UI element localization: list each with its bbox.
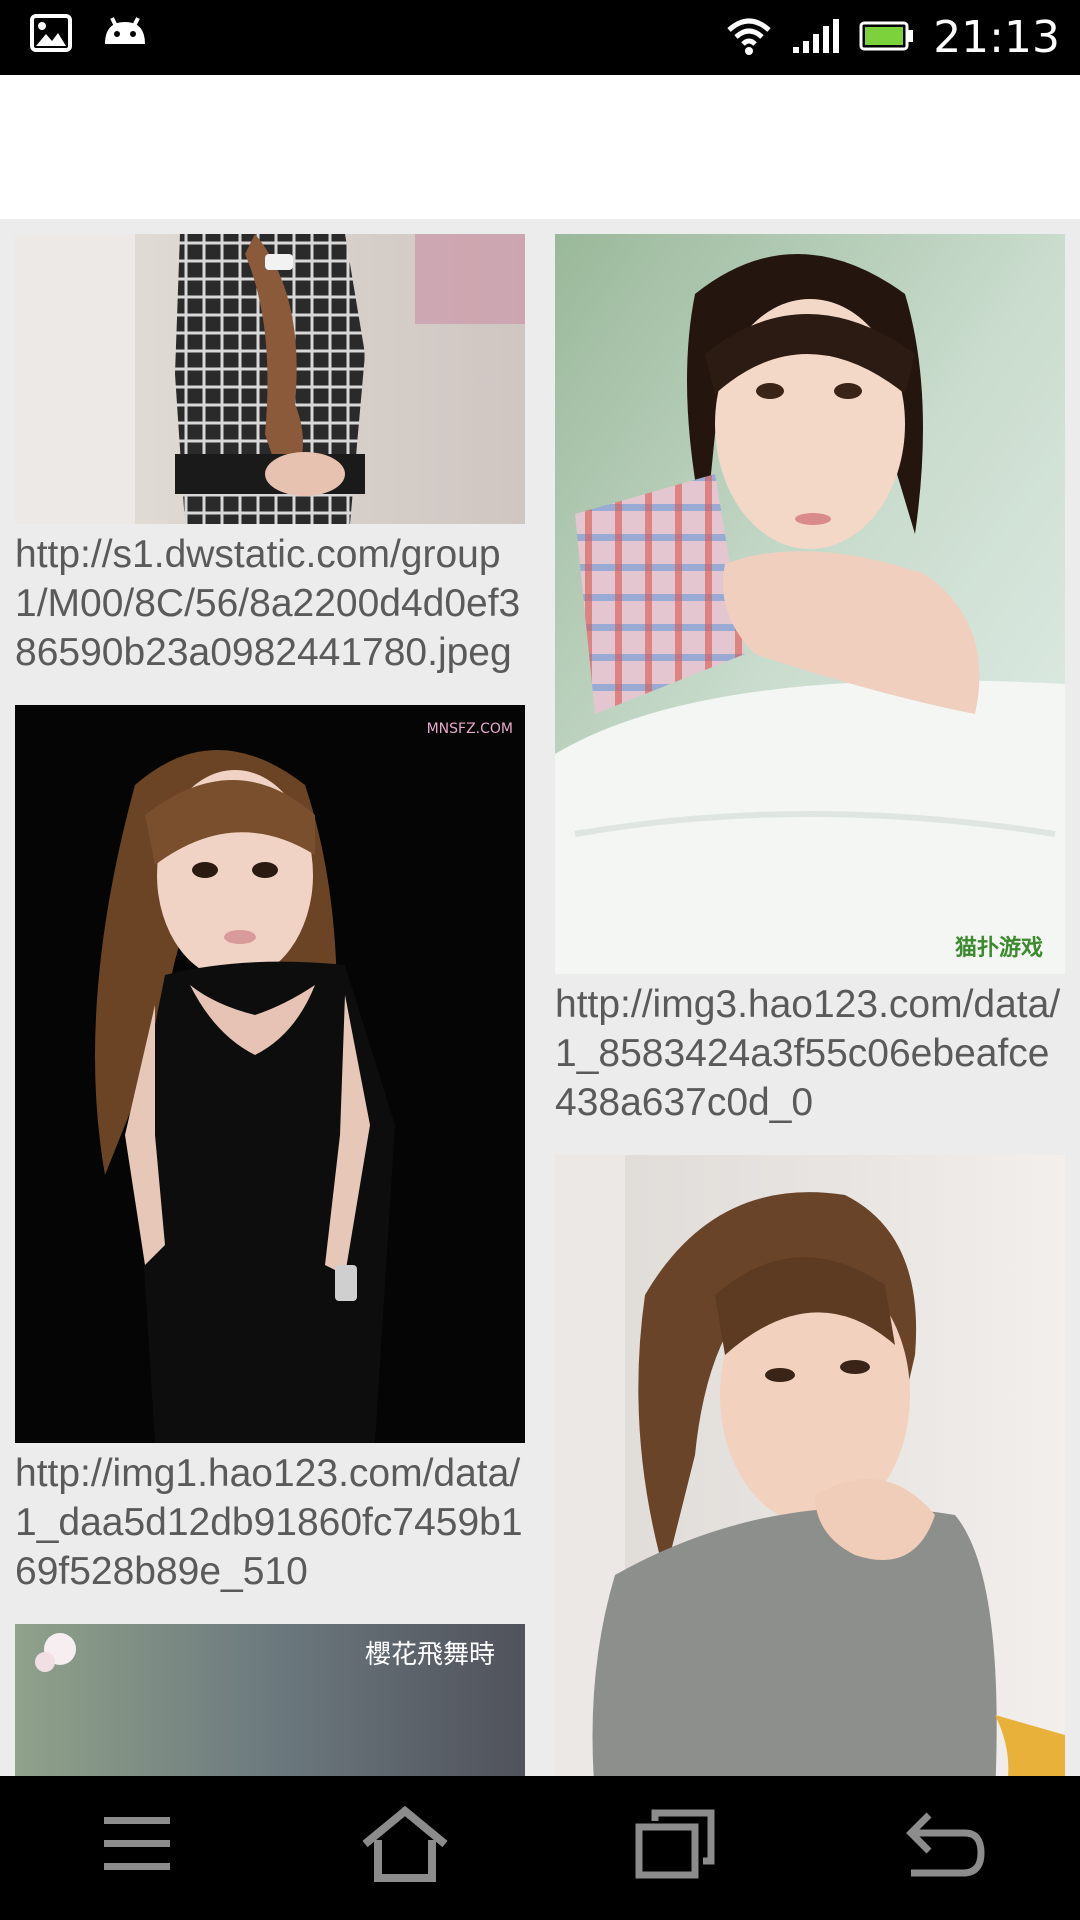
image-watermark: 櫻花飛舞時 (364, 1640, 495, 1670)
recent-apps-button[interactable] (615, 1796, 735, 1896)
feed-card[interactable]: 櫻花飛舞時 (15, 1624, 525, 1776)
menu-button[interactable] (77, 1796, 197, 1896)
feed-card[interactable]: MNSFZ.COM http://img1.hao123.com/data/1_… (15, 705, 525, 1596)
home-button[interactable] (345, 1796, 465, 1896)
image-url-caption: http://img1.hao123.com/data/1_daa5d12db9… (15, 1452, 523, 1593)
image-url-caption: http://s1.dwstatic.com/group1/M00/8C/56/… (15, 533, 521, 674)
menu-icon (104, 1815, 170, 1877)
home-icon (360, 1805, 450, 1886)
woman-lace-dress-photo[interactable] (15, 234, 525, 524)
feed-card[interactable]: http://s1.dwstatic.com/group1/M00/8C/56/… (15, 234, 525, 677)
girl-plaid-shirt-photo[interactable]: 猫扑游戏 (555, 234, 1065, 974)
feed-card[interactable] (555, 1155, 1065, 1776)
woman-gray-shirt-photo[interactable] (555, 1155, 1065, 1776)
feed-column-right: 猫扑游戏 http://img3.hao123.com/data/1_85834… (555, 234, 1065, 1776)
battery-icon (859, 19, 915, 57)
wifi-icon (725, 16, 773, 60)
status-bar: 21:13 (0, 0, 1080, 75)
status-time: 21:13 (933, 12, 1060, 63)
gallery-notification-icon (30, 14, 72, 56)
back-button[interactable] (883, 1796, 1003, 1896)
image-feed[interactable]: http://s1.dwstatic.com/group1/M00/8C/56/… (0, 219, 1080, 1776)
recent-apps-icon (635, 1809, 715, 1883)
signal-icon (791, 17, 841, 59)
image-watermark: 猫扑游戏 (954, 936, 1043, 961)
feed-column-left: http://s1.dwstatic.com/group1/M00/8C/56/… (15, 234, 525, 1776)
woman-black-dress-photo[interactable]: MNSFZ.COM (15, 705, 525, 1443)
feed-card[interactable]: 猫扑游戏 http://img3.hao123.com/data/1_85834… (555, 234, 1065, 1127)
cherry-blossom-photo[interactable]: 櫻花飛舞時 (15, 1624, 525, 1776)
back-icon (901, 1809, 985, 1883)
android-notification-icon (100, 14, 150, 56)
app-header (0, 75, 1080, 219)
image-url-caption: http://img3.hao123.com/data/1_8583424a3f… (555, 983, 1061, 1124)
navigation-bar (0, 1776, 1080, 1920)
image-watermark: MNSFZ.COM (426, 721, 513, 737)
